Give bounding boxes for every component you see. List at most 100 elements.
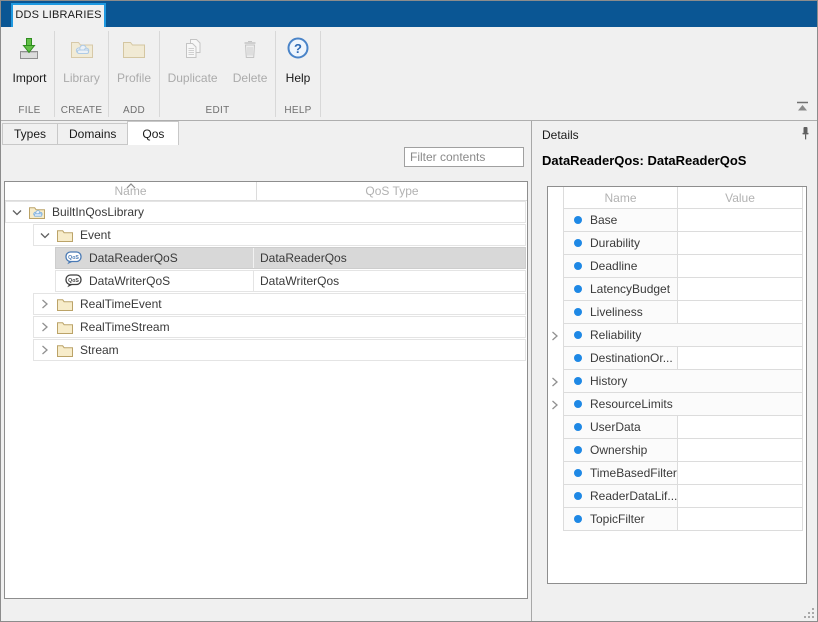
policy-value[interactable]	[678, 462, 802, 484]
policy-value[interactable]	[678, 278, 802, 300]
svg-text:?: ?	[294, 41, 302, 56]
tree-row-datawriterqos[interactable]: QoS DataWriterQoS DataWriterQos	[55, 270, 526, 292]
tab-qos[interactable]: Qos	[127, 121, 179, 145]
folder-cloud-icon	[69, 36, 95, 65]
tree-row-realtimeevent[interactable]: RealTimeEvent	[33, 293, 526, 315]
policy-row-deadline[interactable]: Deadline	[564, 255, 802, 278]
chevron-down-icon[interactable]	[11, 208, 23, 217]
bullet-icon	[574, 515, 582, 523]
pin-icon	[801, 130, 810, 144]
import-icon	[16, 36, 42, 65]
bullet-icon	[574, 216, 582, 224]
group-label-add: ADD	[109, 105, 159, 120]
resize-grip[interactable]	[803, 607, 814, 618]
policy-value[interactable]	[678, 232, 802, 254]
policy-row-durability[interactable]: Durability	[564, 232, 802, 255]
policy-value[interactable]	[678, 255, 802, 277]
policy-row-resourcelimits[interactable]: ResourceLimits	[564, 393, 802, 416]
chevron-right-icon[interactable]	[551, 376, 559, 390]
bullet-icon	[574, 400, 582, 408]
duplicate-button: Duplicate	[168, 27, 218, 105]
toolstrip-group-help: ? Help HELP	[276, 27, 320, 120]
policy-row-base[interactable]: Base	[564, 209, 802, 232]
policy-row-ownership[interactable]: Ownership	[564, 439, 802, 462]
tree-table-header: Name QoS Type	[5, 182, 527, 201]
chevron-down-icon[interactable]	[39, 231, 51, 240]
tree-item-type: DataReaderQos	[253, 248, 525, 268]
qos-tree-table: Name QoS Type BuiltInQosLibrary	[4, 181, 528, 599]
bullet-icon	[574, 331, 582, 339]
policy-row-history[interactable]: History	[564, 370, 802, 393]
policy-row-topicfilter[interactable]: TopicFilter	[564, 508, 802, 531]
svg-text:QoS: QoS	[68, 255, 79, 261]
sort-ascending-icon	[126, 176, 136, 195]
tree-row-stream[interactable]: Stream	[33, 339, 526, 361]
tree-item-label: Event	[80, 228, 111, 242]
chevron-right-icon[interactable]	[39, 299, 51, 309]
details-panel-title: Details	[542, 128, 579, 142]
tree-item-type: DataWriterQos	[253, 271, 525, 291]
trash-icon	[237, 36, 263, 65]
policy-row-userdata[interactable]: UserData	[564, 416, 802, 439]
toolstrip-group-edit: Duplicate Delete	[160, 27, 275, 120]
chevron-right-icon[interactable]	[551, 399, 559, 413]
policy-table-header: Name Value	[564, 187, 802, 209]
collapse-toolstrip-button[interactable]	[795, 101, 811, 113]
policy-column-value: Value	[678, 187, 802, 208]
bullet-icon	[574, 354, 582, 362]
column-header-name[interactable]: Name	[5, 182, 257, 200]
bullet-icon	[574, 308, 582, 316]
qos-policy-table: Name Value Base Durability Deadline	[547, 186, 807, 584]
bullet-icon	[574, 446, 582, 454]
policy-value[interactable]	[678, 416, 802, 438]
policy-value[interactable]	[678, 347, 802, 369]
policy-value[interactable]	[678, 508, 802, 530]
dds-libraries-window: DDS LIBRARIES Import FILE	[0, 0, 818, 622]
tree-item-label: RealTimeEvent	[80, 297, 162, 311]
bullet-icon	[574, 492, 582, 500]
svg-text:QoS: QoS	[68, 278, 79, 284]
column-header-qos-type[interactable]: QoS Type	[257, 182, 527, 200]
policy-value[interactable]	[678, 209, 802, 231]
policy-value[interactable]	[678, 301, 802, 323]
toolstrip-group-create: Library CREATE	[55, 27, 108, 120]
policy-value[interactable]	[678, 485, 802, 507]
tab-types[interactable]: Types	[2, 123, 58, 145]
help-button[interactable]: ? Help	[285, 27, 311, 105]
chevron-right-icon[interactable]	[39, 322, 51, 332]
tree-row-event[interactable]: Event	[33, 224, 526, 246]
import-button[interactable]: Import	[12, 27, 46, 105]
policy-row-timebasedfilter[interactable]: TimeBasedFilter	[564, 462, 802, 485]
chevron-right-icon[interactable]	[551, 330, 559, 344]
tree-row-realtimestream[interactable]: RealTimeStream	[33, 316, 526, 338]
details-panel: Details DataReaderQos: DataReaderQoS Nam…	[532, 121, 818, 622]
tree-row-builtinqoslibrary[interactable]: BuiltInQosLibrary	[5, 201, 526, 223]
policy-row-reliability[interactable]: Reliability	[564, 324, 802, 347]
ribbon-tab-strip: DDS LIBRARIES	[1, 1, 817, 27]
ribbon-tab-dds-libraries[interactable]: DDS LIBRARIES	[11, 3, 106, 27]
library-label: Library	[63, 71, 100, 85]
group-label-file: FILE	[5, 105, 54, 120]
library-view-tabs: Types Domains Qos	[2, 122, 179, 145]
folder-icon	[57, 344, 73, 357]
policy-row-destinationorder[interactable]: DestinationOr...	[564, 347, 802, 370]
tab-domains[interactable]: Domains	[57, 123, 128, 145]
tree-item-label: DataWriterQoS	[89, 274, 170, 288]
policy-value[interactable]	[678, 439, 802, 461]
tree-row-datareaderqos[interactable]: QoS DataReaderQoS DataReaderQos	[55, 247, 526, 269]
policy-row-readerdatalifecycle[interactable]: ReaderDataLif...	[564, 485, 802, 508]
policy-row-liveliness[interactable]: Liveliness	[564, 301, 802, 324]
delete-button: Delete	[233, 27, 268, 105]
import-label: Import	[12, 71, 46, 85]
tree-item-label: BuiltInQosLibrary	[52, 205, 144, 219]
pin-button[interactable]	[801, 126, 810, 144]
toolstrip: Import FILE	[1, 27, 817, 121]
duplicate-label: Duplicate	[168, 71, 218, 85]
chevron-right-icon[interactable]	[39, 345, 51, 355]
bullet-icon	[574, 377, 582, 385]
filter-input[interactable]	[404, 147, 524, 167]
library-folder-icon	[29, 206, 45, 219]
bullet-icon	[574, 469, 582, 477]
policy-row-latencybudget[interactable]: LatencyBudget	[564, 278, 802, 301]
bullet-icon	[574, 239, 582, 247]
